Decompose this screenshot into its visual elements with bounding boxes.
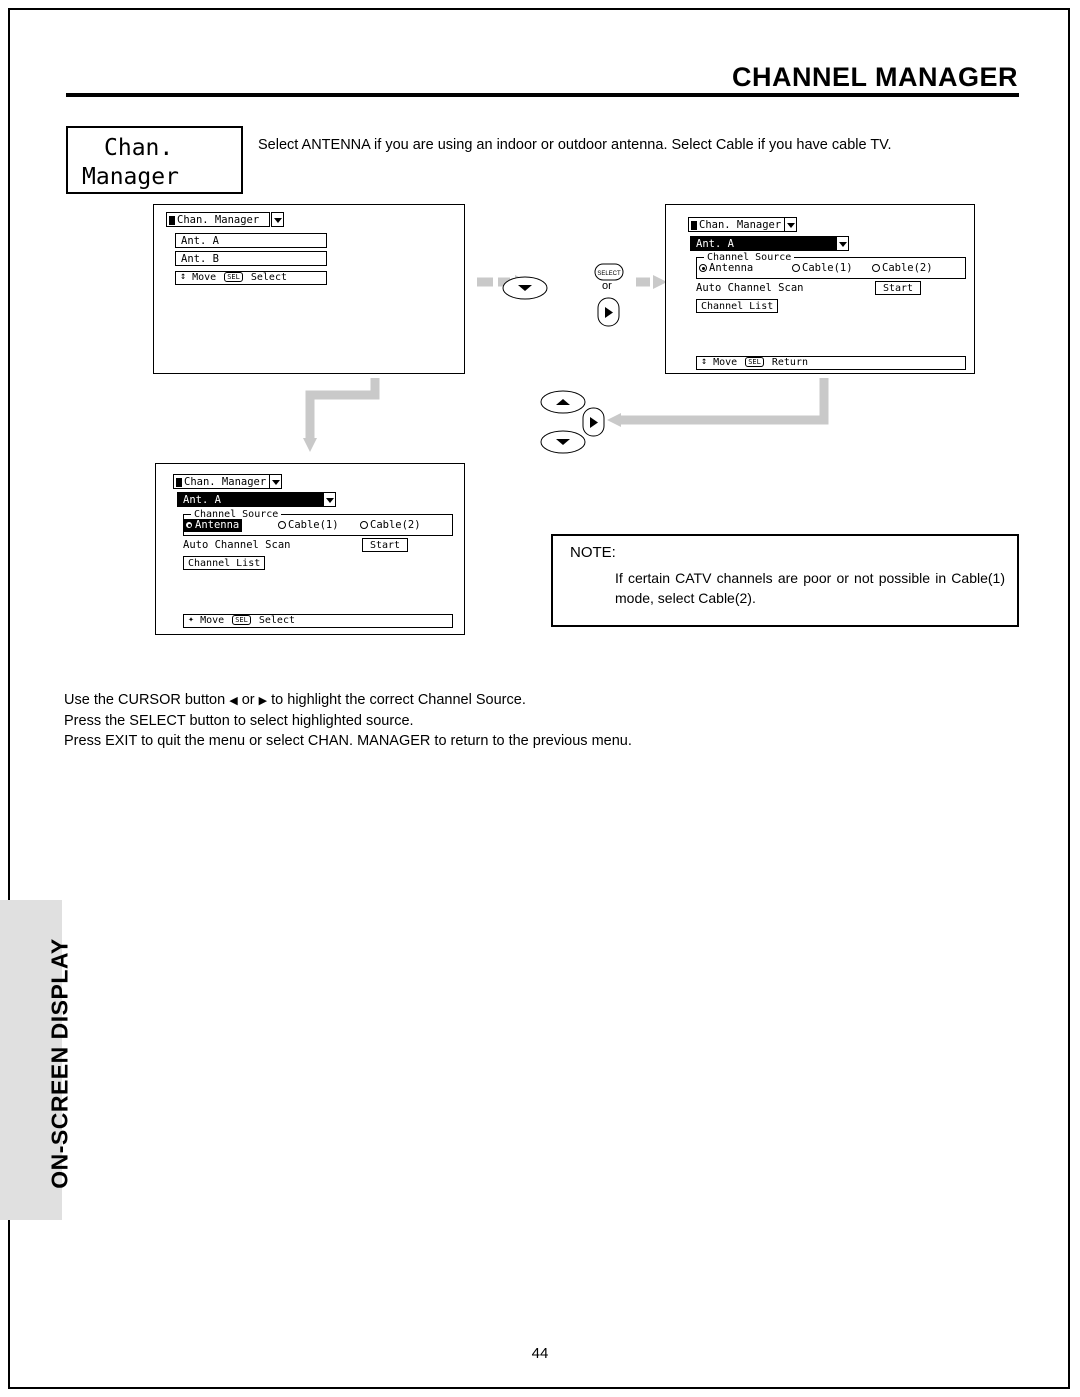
osd3-start-button[interactable]: Start (362, 538, 408, 552)
osd1-footer-move: Move (192, 272, 217, 283)
instruction-line-2: Press the SELECT button to select highli… (64, 713, 414, 729)
osd2-channel-list-button[interactable]: Channel List (696, 299, 778, 313)
osd3-channel-list-button[interactable]: Channel List (183, 556, 265, 570)
osd1-dropdown-button[interactable] (271, 212, 284, 227)
osd2-footer-key: SEL (745, 357, 764, 367)
osd2-scan-label: Auto Channel Scan (696, 282, 804, 294)
cursor-left-icon: ◀ (229, 695, 238, 707)
section-band: ON-SCREEN DISPLAY (0, 900, 73, 1220)
osd3-footer-action: Select (258, 615, 295, 626)
radio-dot-icon (278, 521, 286, 529)
osd3-option-cable1[interactable]: Cable(1) (278, 519, 339, 532)
osd1-footer-key: SEL (224, 272, 243, 282)
osd3-option-antenna[interactable]: Antenna (184, 519, 243, 532)
osd2-footer-move: Move (713, 357, 738, 368)
radio-dot-icon (699, 264, 707, 272)
osd3-item-dropdown-button[interactable] (323, 492, 336, 507)
osd1-item-ant-b[interactable]: Ant. B (175, 251, 327, 266)
osd-panel-2: Chan. Manager Ant. A Channel Source Ante… (665, 204, 975, 374)
cursor-right-icon: ▶ (258, 695, 268, 707)
osd2-title: Chan. Manager (688, 217, 792, 232)
osd2-option-cable1[interactable]: Cable(1) (792, 262, 853, 275)
instruction-line-1: Use the CURSOR button ◀ or ▶ to highligh… (64, 692, 526, 708)
osd3-selected-item[interactable]: Ant. A (177, 492, 330, 507)
osd3-option-cable2[interactable]: Cable(2) (360, 519, 421, 532)
note-body: If certain CATV channels are poor or not… (615, 570, 1005, 606)
instructions-block: Use the CURSOR button ◀ or ▶ to highligh… (64, 690, 632, 751)
osd2-footer: ↕ Move SEL Return (696, 356, 966, 370)
osd3-footer-move: Move (200, 615, 225, 626)
radio-dot-icon (360, 521, 368, 529)
osd2-dropdown-button[interactable] (784, 217, 797, 232)
osd2-footer-action: Return (771, 357, 808, 368)
radio-dot-icon (792, 264, 800, 272)
osd1-item-ant-a[interactable]: Ant. A (175, 233, 327, 248)
osd-panel-3: Chan. Manager Ant. A Channel Source Ante… (155, 463, 465, 635)
osd3-footer-key: SEL (232, 615, 251, 625)
osd2-item-dropdown-button[interactable] (836, 236, 849, 251)
osd2-start-button[interactable]: Start (875, 281, 921, 295)
osd1-title: Chan. Manager (166, 212, 270, 227)
radio-dot-icon (185, 521, 193, 529)
note-box: NOTE: If certain CATV channels are poor … (551, 534, 1019, 627)
osd1-footer: ↕ Move SEL Select (175, 271, 327, 285)
note-title: NOTE: (570, 544, 616, 561)
osd1-footer-action: Select (250, 272, 287, 283)
osd2-option-cable2[interactable]: Cable(2) (872, 262, 933, 275)
osd3-dropdown-button[interactable] (269, 474, 282, 489)
osd-panel-1: Chan. Manager Ant. A Ant. B ↕ Move SEL S… (153, 204, 465, 374)
osd3-title: Chan. Manager (173, 474, 277, 489)
osd3-footer: ✦ Move SEL Select (183, 614, 453, 628)
radio-dot-icon (872, 264, 880, 272)
osd3-scan-label: Auto Channel Scan (183, 539, 291, 551)
section-band-label: ON-SCREEN DISPLAY (46, 938, 73, 1189)
osd2-selected-item[interactable]: Ant. A (690, 236, 843, 251)
page-number: 44 (531, 1345, 549, 1362)
osd2-option-antenna[interactable]: Antenna (699, 262, 753, 275)
instruction-line-3: Press EXIT to quit the menu or select CH… (64, 733, 632, 749)
